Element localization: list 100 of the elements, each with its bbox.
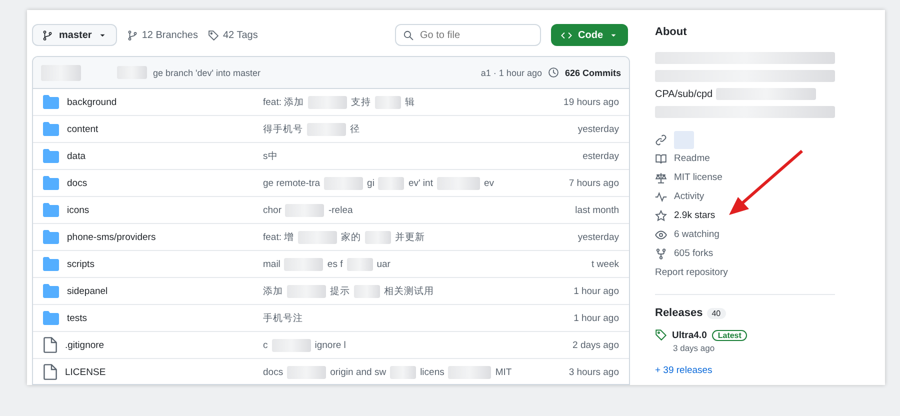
sidebar-link[interactable]: Readme: [674, 153, 710, 164]
blurred-patch: [308, 96, 348, 108]
star-icon: [655, 210, 667, 222]
file-icon: [43, 337, 57, 353]
commit-time: esterday: [582, 150, 619, 162]
releases-link[interactable]: + 39 releases: [655, 365, 885, 376]
sidebar-link[interactable]: Activity: [674, 191, 704, 202]
commit-meta: a1 · 1 hour ago: [480, 68, 542, 78]
report-link[interactable]: Report repository: [655, 267, 728, 278]
branch-icon: [126, 30, 138, 40]
sidebar-link[interactable]: 6 watching: [674, 229, 720, 240]
commit-time: 3 hours ago: [568, 366, 619, 378]
code-button[interactable]: Code: [551, 24, 628, 46]
pulse-icon: [655, 190, 667, 202]
folder-icon: [43, 176, 59, 190]
file-link[interactable]: icons: [67, 204, 90, 216]
book-icon: [655, 152, 667, 164]
file-link[interactable]: tests: [67, 312, 88, 324]
blurred-patch: [287, 284, 326, 298]
commit-message: 支持: [351, 96, 372, 108]
commit-message: ev: [484, 178, 494, 188]
file-link[interactable]: docs: [67, 178, 88, 188]
eye-icon: [655, 228, 667, 240]
release-link[interactable]: Ultra4.0: [672, 330, 707, 340]
commit-message: 家的: [341, 230, 362, 244]
commit-message: -relea: [328, 204, 353, 216]
folder-icon: [43, 149, 59, 163]
commit-message: 相关测试用: [384, 284, 434, 298]
branch-icon: [42, 30, 53, 40]
commit-message: 添加: [263, 284, 283, 298]
commit-time: 2 days ago: [572, 340, 619, 350]
commit-time: 1 hour ago: [574, 286, 619, 296]
blurred-patch: [390, 366, 416, 378]
commit-message: MIT: [495, 366, 512, 378]
blurred-patch: [285, 204, 324, 216]
blurred-patch: [354, 284, 380, 298]
release-date: 3 days ago: [673, 343, 716, 353]
repo-description: CPA/sub/cpd: [655, 88, 713, 100]
commit-message: ignore l: [314, 340, 346, 350]
sidebar-link[interactable]: 605 forks: [674, 248, 714, 259]
blurred-patch: [365, 230, 392, 244]
blurred-patch: [284, 258, 324, 270]
commit-message: chor: [263, 204, 282, 216]
commit-time: t week: [592, 258, 619, 270]
commit-time: 19 hours ago: [564, 96, 619, 108]
blurred-patch: [674, 130, 694, 148]
file-icon: [43, 364, 57, 380]
tags-link[interactable]: 42 Tags: [222, 30, 258, 40]
scale-icon: [655, 172, 667, 184]
tag-icon: [208, 30, 219, 40]
latest-label: Latest: [712, 330, 748, 340]
blurred-patch: [41, 64, 81, 80]
branches-link[interactable]: 12 Branches: [142, 30, 198, 40]
blurred-patch: [324, 176, 364, 190]
file-link[interactable]: sidepanel: [67, 286, 108, 296]
blurred-patch: [287, 366, 326, 378]
folder-icon: [43, 284, 59, 298]
blurred-patch: [378, 176, 404, 190]
commits-link[interactable]: 626 Commits: [564, 68, 621, 78]
commit-message: gi: [367, 178, 374, 188]
search-field[interactable]: Go to file: [395, 24, 541, 46]
folder-icon: [43, 257, 59, 271]
file-link[interactable]: content: [67, 124, 98, 134]
file-link[interactable]: LICENSE: [65, 366, 106, 378]
sidebar-link[interactable]: MIT license: [674, 172, 722, 183]
code-icon: [561, 30, 572, 40]
blurred-patch: [346, 258, 373, 270]
commit-message: uar: [376, 258, 390, 270]
file-link[interactable]: data: [67, 150, 86, 162]
commit-message: docs: [263, 366, 284, 378]
tag-icon: [655, 329, 667, 341]
commit-message: ev' int: [408, 178, 433, 188]
branch-button[interactable]: master: [32, 24, 117, 46]
file-link[interactable]: .gitignore: [65, 340, 104, 350]
blurred-patch: [298, 230, 338, 244]
file-link[interactable]: scripts: [67, 258, 94, 270]
history-icon: [548, 67, 559, 78]
fork-icon: [655, 248, 667, 260]
commit-message: licens: [420, 366, 444, 378]
sidebar-link[interactable]: 2.9k stars: [674, 210, 716, 221]
folder-icon: [43, 230, 59, 244]
folder-icon: [43, 311, 59, 325]
blurred-patch: [307, 122, 346, 136]
blurred-patch: [375, 96, 402, 108]
folder-icon: [43, 122, 59, 136]
folder-icon: [43, 203, 59, 217]
file-link[interactable]: background: [67, 96, 117, 108]
commit-time: 1 hour ago: [574, 312, 619, 324]
commit-time: 7 hours ago: [568, 178, 619, 188]
commit-message: origin and sw: [330, 366, 386, 378]
commit-message: 辑: [405, 96, 416, 108]
commit-message: 手机号注: [263, 312, 303, 324]
about-heading: About: [655, 26, 688, 38]
blurred-patch: [436, 176, 480, 190]
commit-time: yesterday: [578, 124, 619, 134]
commit-message: feat: 添加: [263, 96, 304, 108]
link-icon: [655, 134, 667, 146]
file-link[interactable]: phone-sms/providers: [67, 232, 156, 242]
commit-message: ge branch 'dev' into master: [153, 68, 260, 78]
search-icon: [403, 30, 414, 41]
